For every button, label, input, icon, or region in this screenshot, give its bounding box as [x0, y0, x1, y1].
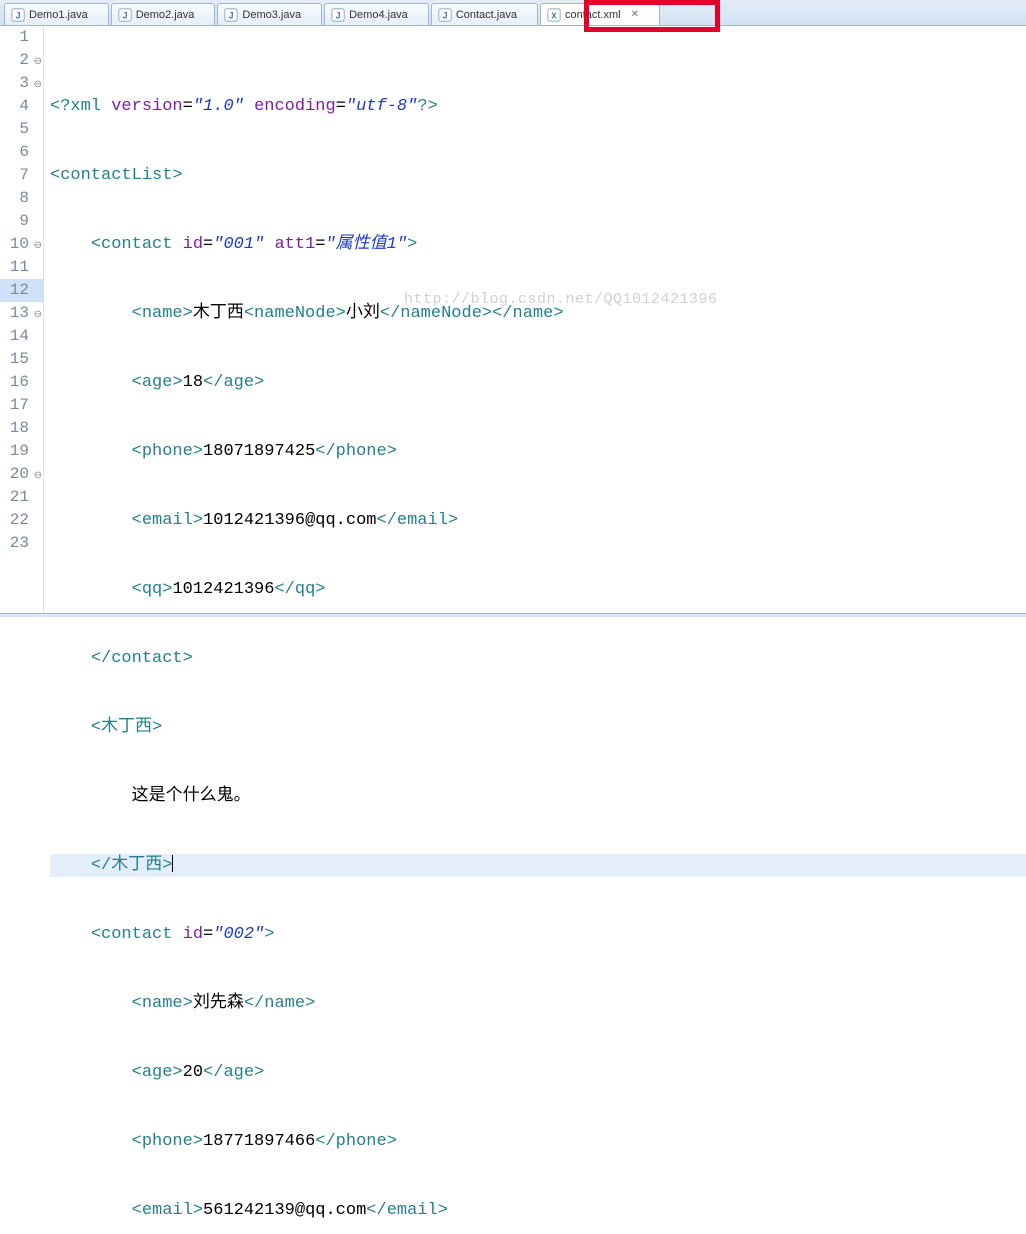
- line-number[interactable]: 5: [0, 118, 43, 141]
- code-line: </contact>: [50, 647, 1026, 670]
- line-number[interactable]: 2: [0, 49, 43, 72]
- tab-demo4-java[interactable]: J Demo4.java: [324, 3, 429, 25]
- code-line: <contact id="002">: [50, 923, 1026, 946]
- tab-bar: J Demo1.java J Demo2.java J Demo3.java J Demo4.…: [0, 0, 1026, 26]
- tab-demo1-java[interactable]: J Demo1.java: [4, 3, 109, 25]
- code-line: <name>木丁西<nameNode>小刘</nameNode></name>: [50, 302, 1026, 325]
- line-number[interactable]: 18: [0, 417, 43, 440]
- line-number[interactable]: 7: [0, 164, 43, 187]
- line-number[interactable]: 4: [0, 95, 43, 118]
- code-line: <qq>1012421396</qq>: [50, 578, 1026, 601]
- text-caret: [172, 855, 173, 872]
- java-file-icon: J: [118, 8, 132, 22]
- tab-demo3-java[interactable]: J Demo3.java: [217, 3, 322, 25]
- xml-file-icon: X: [547, 8, 561, 22]
- svg-text:J: J: [122, 10, 127, 20]
- java-file-icon: J: [438, 8, 452, 22]
- line-number[interactable]: 10: [0, 233, 43, 256]
- tab-contact-java[interactable]: J Contact.java: [431, 3, 538, 25]
- code-line: <age>20</age>: [50, 1061, 1026, 1084]
- svg-text:J: J: [336, 10, 341, 20]
- tab-label: Contact.java: [456, 9, 517, 21]
- line-number[interactable]: 12: [0, 279, 43, 302]
- line-number[interactable]: 23: [0, 532, 43, 555]
- tab-label: Demo3.java: [242, 9, 301, 21]
- line-number[interactable]: 1: [0, 26, 43, 49]
- line-number[interactable]: 21: [0, 486, 43, 509]
- svg-text:J: J: [16, 10, 21, 20]
- line-number[interactable]: 19: [0, 440, 43, 463]
- editor-pane: 1234567891011121314151617181920212223 ht…: [0, 26, 1026, 617]
- code-line-current: </木丁西>: [50, 854, 1026, 877]
- code-line: <?xml version="1.0" encoding="utf-8"?>: [50, 95, 1026, 118]
- line-number-gutter: 1234567891011121314151617181920212223: [0, 26, 44, 617]
- tab-label: Demo4.java: [349, 9, 408, 21]
- svg-text:X: X: [551, 11, 557, 20]
- java-file-icon: J: [11, 8, 25, 22]
- tab-demo2-java[interactable]: J Demo2.java: [111, 3, 216, 25]
- line-number[interactable]: 16: [0, 371, 43, 394]
- line-number[interactable]: 6: [0, 141, 43, 164]
- code-line: <age>18</age>: [50, 371, 1026, 394]
- line-number[interactable]: 13: [0, 302, 43, 325]
- svg-text:J: J: [442, 10, 447, 20]
- code-area[interactable]: http://blog.csdn.net/QQ1012421396 <?xml …: [44, 26, 1026, 617]
- tab-label: Demo2.java: [136, 9, 195, 21]
- code-line: <phone>18071897425</phone>: [50, 440, 1026, 463]
- bottom-trim: [0, 613, 1026, 617]
- code-line: <phone>18771897466</phone>: [50, 1130, 1026, 1153]
- code-line: <email>561242139@qq.com</email>: [50, 1199, 1026, 1222]
- line-number[interactable]: 3: [0, 72, 43, 95]
- tab-label: Demo1.java: [29, 9, 88, 21]
- code-line: <name>刘先森</name>: [50, 992, 1026, 1015]
- code-line: <contactList>: [50, 164, 1026, 187]
- java-file-icon: J: [224, 8, 238, 22]
- line-number[interactable]: 8: [0, 187, 43, 210]
- svg-text:J: J: [229, 10, 234, 20]
- code-line: <木丁西>: [50, 716, 1026, 739]
- code-line: 这是个什么鬼。: [50, 785, 1026, 808]
- tab-contact-xml[interactable]: Xcontact.xml ✕: [540, 3, 660, 25]
- line-number[interactable]: 20: [0, 463, 43, 486]
- line-number[interactable]: 17: [0, 394, 43, 417]
- line-number[interactable]: 14: [0, 325, 43, 348]
- close-icon[interactable]: ✕: [631, 9, 639, 20]
- code-line: <contact id="001" att1="属性值1">: [50, 233, 1026, 256]
- line-number[interactable]: 22: [0, 509, 43, 532]
- java-file-icon: J: [331, 8, 345, 22]
- code-line: <email>1012421396@qq.com</email>: [50, 509, 1026, 532]
- tab-label: contact.xml: [565, 9, 621, 21]
- line-number[interactable]: 9: [0, 210, 43, 233]
- line-number[interactable]: 15: [0, 348, 43, 371]
- line-number[interactable]: 11: [0, 256, 43, 279]
